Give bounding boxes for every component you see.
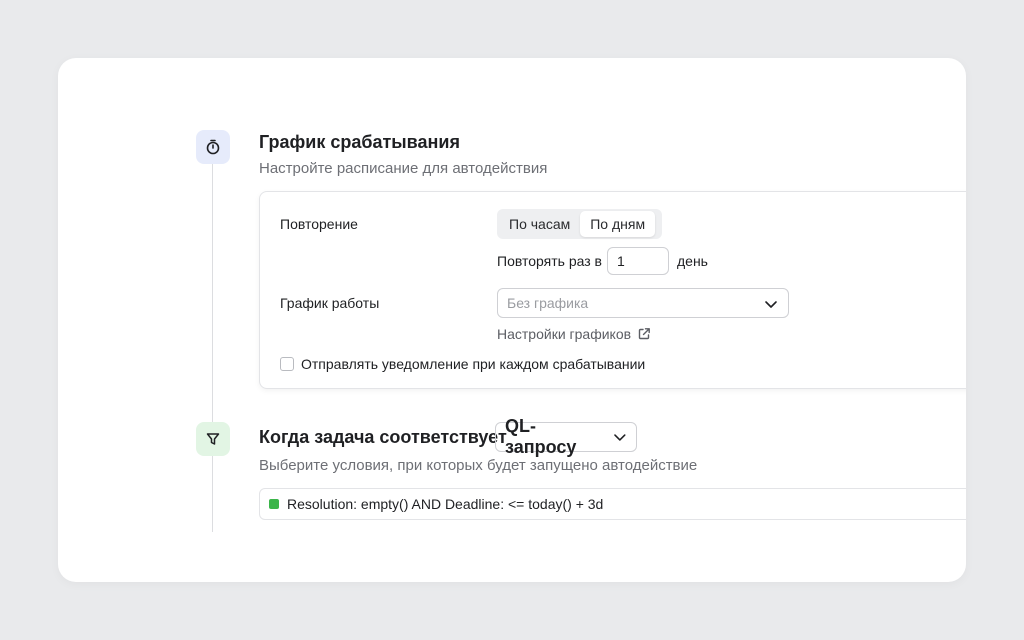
schedule-subtitle: Настройте расписание для автодействия [259, 160, 548, 177]
work-schedule-placeholder: Без графика [507, 295, 589, 311]
notify-checkbox-row[interactable]: Отправлять уведомление при каждом срабат… [280, 356, 645, 372]
schedule-title: График срабатывания [259, 132, 460, 152]
notify-checkbox-label: Отправлять уведомление при каждом срабат… [301, 356, 646, 372]
chevron-down-icon [614, 434, 626, 441]
timeline-line [212, 162, 213, 532]
segment-daily[interactable]: По дням [580, 211, 656, 237]
segment-hourly[interactable]: По часам [499, 211, 580, 237]
work-schedule-select[interactable]: Без графика [497, 288, 789, 318]
external-link-icon [638, 328, 650, 340]
filter-icon [196, 422, 230, 456]
work-schedule-label: График работы [280, 295, 380, 311]
condition-subtitle: Выберите условия, при которых будет запу… [259, 457, 698, 474]
repeat-mode-switch: По часам По дням [497, 209, 662, 239]
ql-query-text: Resolution: empty() AND Deadline: <= tod… [287, 496, 604, 512]
timer-icon [196, 130, 230, 164]
automation-settings-card: График срабатывания Настройте расписание… [58, 58, 966, 582]
schedule-settings-link[interactable]: Настройки графиков [497, 326, 651, 342]
ql-query-field[interactable]: Resolution: empty() AND Deadline: <= tod… [259, 488, 966, 520]
chevron-down-icon [765, 301, 777, 308]
notify-checkbox[interactable] [280, 357, 294, 371]
repeat-unit-label: день [677, 253, 708, 269]
condition-mode-select[interactable]: QL-запросу [495, 416, 637, 457]
repeat-every-input[interactable]: 1 [607, 247, 669, 275]
condition-mode-value: QL-запросу [505, 416, 577, 457]
repeat-every-label: Повторять раз в [497, 253, 602, 269]
query-status-indicator [269, 499, 279, 509]
schedule-settings-link-label: Настройки графиков [497, 326, 632, 342]
schedule-panel: Повторение По часам По дням Повторять ра… [259, 191, 966, 389]
condition-title: Когда задача соответствует [259, 427, 507, 447]
repeat-label: Повторение [280, 216, 358, 232]
